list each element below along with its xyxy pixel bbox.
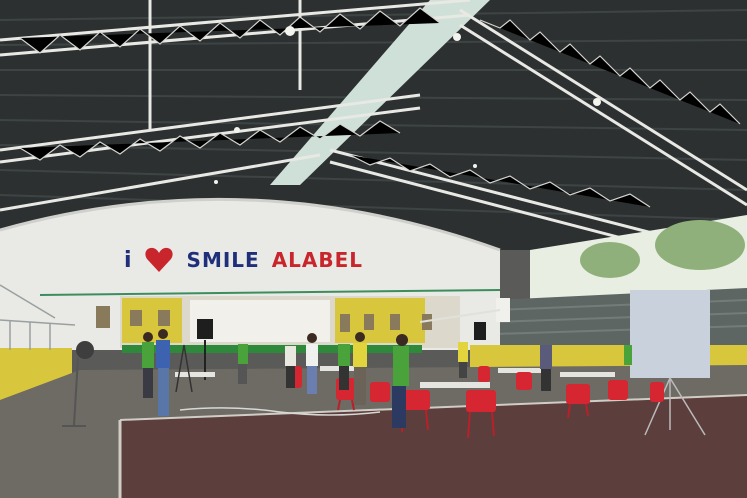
- gymnasium-photo: i SMILE ALABEL: [0, 0, 747, 498]
- speaker-left: [197, 319, 213, 339]
- wall-banner: i SMILE ALABEL: [124, 243, 363, 277]
- banner-smile-text: SMILE: [186, 248, 260, 272]
- banner-alabel-text: ALABEL: [271, 248, 364, 272]
- heart-icon: [144, 247, 173, 272]
- speaker-right: [474, 322, 486, 340]
- banner-i-text: i: [124, 247, 133, 273]
- scene-drawing: [0, 0, 747, 498]
- projection-screen: [630, 290, 710, 378]
